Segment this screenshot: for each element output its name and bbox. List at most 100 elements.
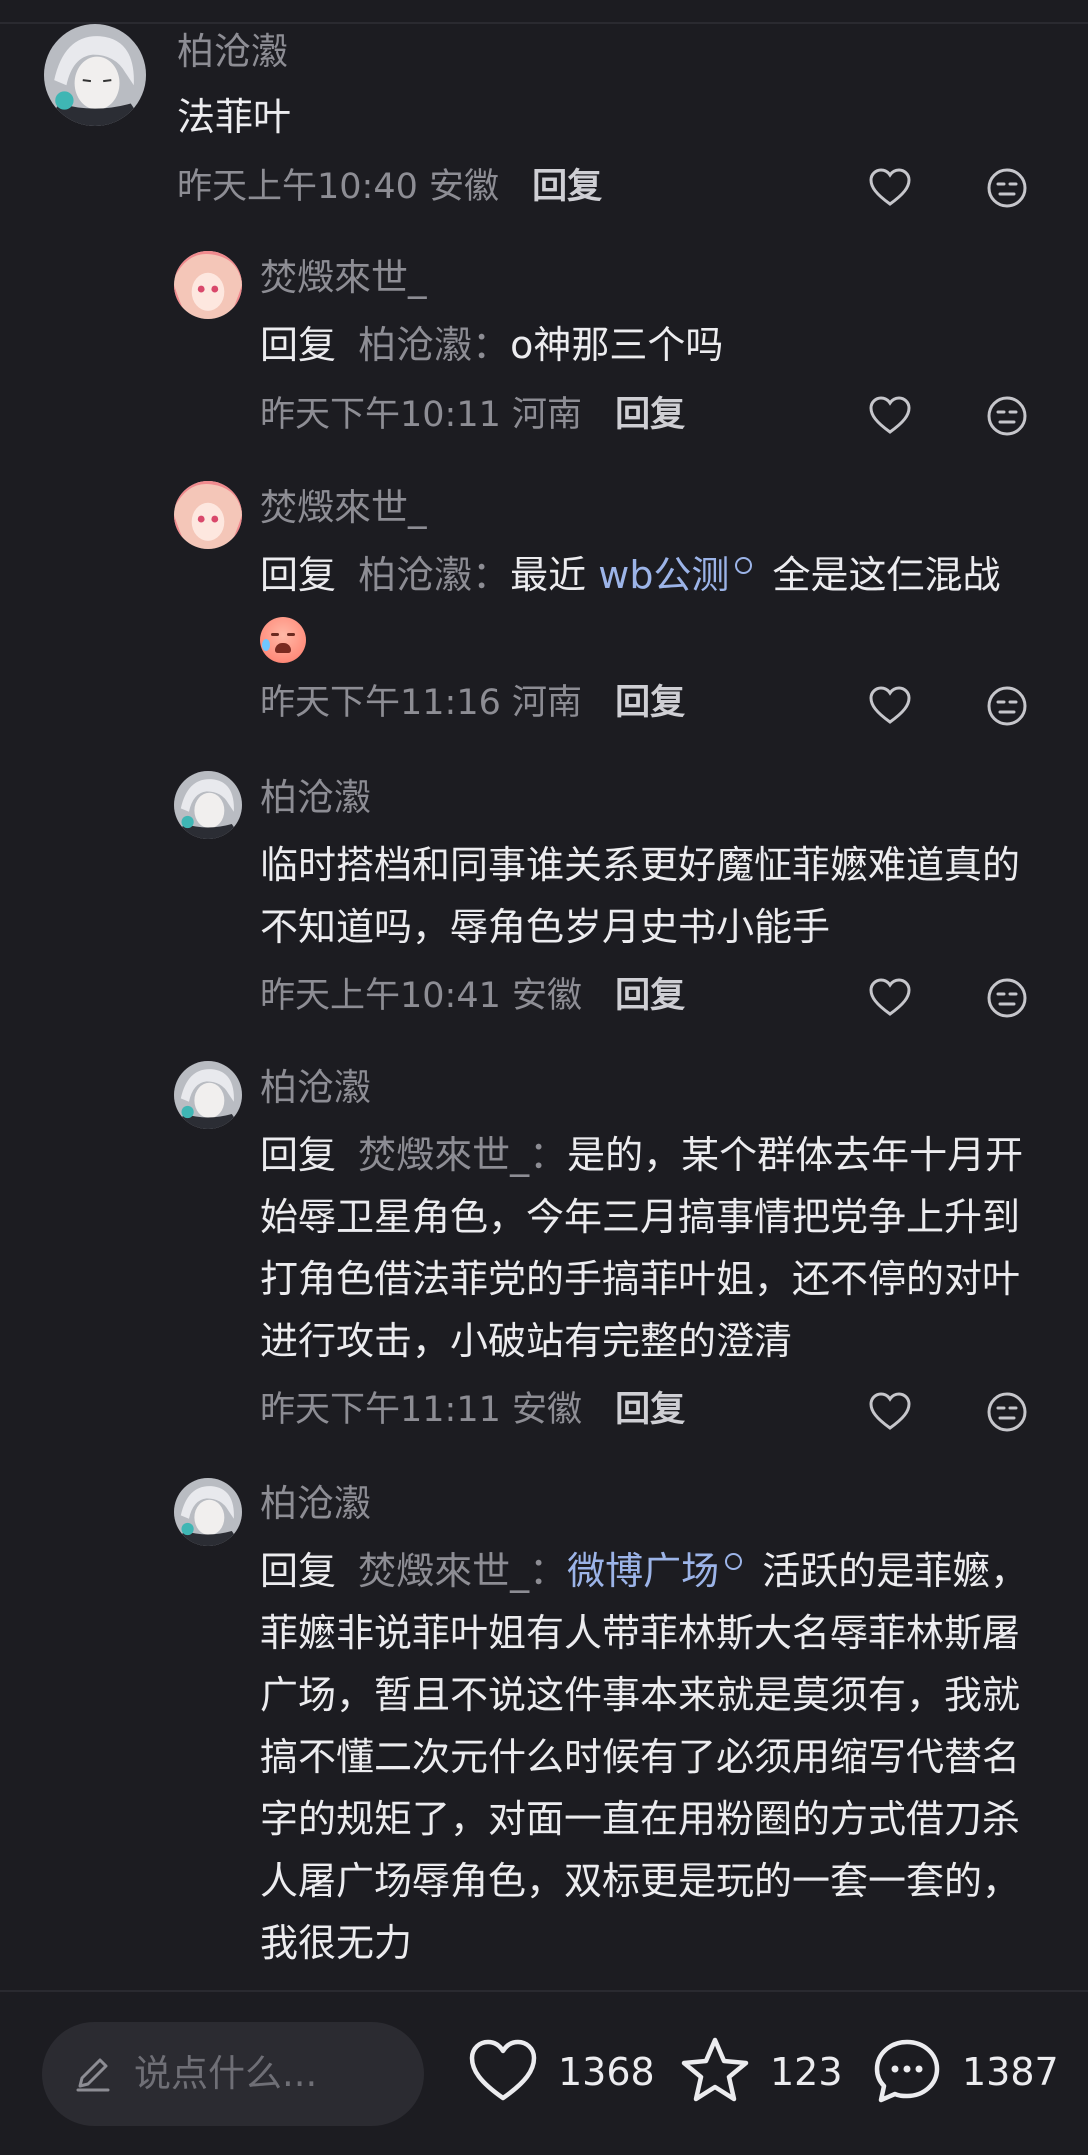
star-outline-icon xyxy=(681,2037,749,2102)
comment-location: 安徽 xyxy=(512,976,583,1016)
mention-username[interactable]: 焚燬來世_ xyxy=(358,1549,529,1593)
comment-username[interactable]: 柏沧瀫 xyxy=(260,774,371,822)
like-count: 1368 xyxy=(558,2050,655,2094)
comment-username[interactable]: 焚燬來世_ xyxy=(260,484,427,532)
comment-body-text: 最近 xyxy=(510,553,599,597)
avatar-gray-hair-image xyxy=(174,1478,242,1546)
comment-page: 柏沧瀫 法菲叶 昨天上午10:40 安徽 回复 焚燬來世_ 回复 柏沧瀫：o神那… xyxy=(0,0,1088,2155)
comment-text: 回复 焚燬來世_：是的，某个群体去年十月开始辱卫星角色，今年三月搞事情把党争上升… xyxy=(260,1124,1040,1372)
comment-body-text: 全是这仨混战 xyxy=(760,553,1001,597)
dislike-button[interactable] xyxy=(985,976,1029,1020)
meh-face-icon xyxy=(987,396,1027,436)
input-placeholder: 说点什么... xyxy=(134,2052,318,2095)
avatar-pink-hair-image xyxy=(174,481,242,549)
heart-outline-icon xyxy=(469,2039,537,2101)
favorite-count-button[interactable]: 123 xyxy=(678,2034,843,2114)
avatar[interactable] xyxy=(174,481,242,549)
bottom-action-bar: 说点什么... 1368 123 1387 xyxy=(0,1990,1088,2155)
meh-face-icon xyxy=(987,686,1027,726)
avatar[interactable] xyxy=(174,1061,242,1129)
avatar-gray-hair-image xyxy=(44,24,146,126)
crying-laughing-emoji-icon xyxy=(260,616,306,663)
pencil-icon xyxy=(76,2058,110,2092)
dislike-button[interactable] xyxy=(985,684,1029,728)
comment-meta: 昨天下午11:16 河南 回复 xyxy=(260,679,685,727)
top-divider xyxy=(0,22,1088,24)
reply-prefix: 回复 xyxy=(260,553,337,597)
avatar[interactable] xyxy=(174,1478,242,1546)
reply-button[interactable]: 回复 xyxy=(615,1390,685,1430)
heart-outline-icon xyxy=(869,396,911,434)
comment-time: 昨天上午10:40 xyxy=(177,167,418,207)
search-icon xyxy=(725,1553,743,1570)
comment-time: 昨天上午10:41 xyxy=(260,976,501,1016)
dislike-button[interactable] xyxy=(985,394,1029,438)
like-button[interactable] xyxy=(868,1390,912,1434)
comment-text: 回复 柏沧瀫：o神那三个吗 xyxy=(260,314,1040,376)
reply-button[interactable]: 回复 xyxy=(615,976,685,1016)
avatar[interactable] xyxy=(174,251,242,319)
comment-location: 安徽 xyxy=(512,1390,583,1430)
dislike-button[interactable] xyxy=(985,1390,1029,1434)
meh-face-icon xyxy=(987,1392,1027,1432)
reply-prefix: 回复 xyxy=(260,1133,337,1177)
reply-prefix: 回复 xyxy=(260,1549,337,1593)
mention-separator: ： xyxy=(472,323,511,367)
heart-outline-icon xyxy=(869,686,911,724)
mention-separator: ： xyxy=(529,1133,568,1177)
avatar[interactable] xyxy=(44,24,146,126)
topic-link[interactable]: 微博广场 xyxy=(567,1549,719,1593)
comment-meta: 昨天上午10:40 安徽 回复 xyxy=(177,163,602,211)
comment-body-text: o神那三个吗 xyxy=(510,323,724,367)
avatar-gray-hair-image xyxy=(174,1061,242,1129)
comment-meta: 昨天下午11:11 安徽 回复 xyxy=(260,1386,685,1434)
like-button[interactable] xyxy=(868,684,912,728)
comment-count: 1387 xyxy=(962,2050,1059,2094)
comment-meta: 昨天下午10:11 河南 回复 xyxy=(260,391,685,439)
comment-text: 法菲叶 xyxy=(177,95,292,139)
mention-username[interactable]: 焚燬來世_ xyxy=(358,1133,529,1177)
mention-username[interactable]: 柏沧瀫 xyxy=(358,553,472,597)
like-button[interactable] xyxy=(868,166,912,210)
comment-username[interactable]: 柏沧瀫 xyxy=(177,28,288,76)
avatar-pink-hair-image xyxy=(174,251,242,319)
comment-location: 河南 xyxy=(512,683,583,723)
mention-separator: ： xyxy=(472,553,511,597)
dislike-button[interactable] xyxy=(985,166,1029,210)
like-count-button[interactable]: 1368 xyxy=(466,2034,655,2114)
comment-time: 昨天下午10:11 xyxy=(260,395,501,435)
comment-text: 临时搭档和同事谁关系更好魔怔菲嬷难道真的不知道吗，辱角色岁月史书小能手 xyxy=(260,843,1021,949)
chat-bubble-icon xyxy=(874,2039,940,2103)
comment-location: 安徽 xyxy=(429,167,500,207)
comment-time: 昨天下午11:11 xyxy=(260,1390,501,1430)
meh-face-icon xyxy=(987,168,1027,208)
comment-location: 河南 xyxy=(512,395,583,435)
like-button[interactable] xyxy=(868,394,912,438)
comment-username[interactable]: 柏沧瀫 xyxy=(260,1480,371,1528)
avatar-gray-hair-image xyxy=(174,771,242,839)
comment-username[interactable]: 焚燬來世_ xyxy=(260,254,427,302)
comment-username[interactable]: 柏沧瀫 xyxy=(260,1064,371,1112)
comment-meta: 昨天上午10:41 安徽 回复 xyxy=(260,972,685,1020)
comment-time: 昨天下午11:16 xyxy=(260,683,501,723)
reply-prefix: 回复 xyxy=(260,323,337,367)
heart-outline-icon xyxy=(869,978,911,1016)
comment-text: 回复 柏沧瀫：最近 wb公测 全是这仨混战 xyxy=(260,544,1040,668)
reply-button[interactable]: 回复 xyxy=(615,395,685,435)
avatar[interactable] xyxy=(174,771,242,839)
topic-link[interactable]: wb公测 xyxy=(598,553,729,597)
mention-username[interactable]: 柏沧瀫 xyxy=(358,323,472,367)
search-icon xyxy=(735,557,753,574)
meh-face-icon xyxy=(987,978,1027,1018)
mention-separator: ： xyxy=(529,1549,568,1593)
reply-button[interactable]: 回复 xyxy=(615,683,685,723)
comment-body-text: 活跃的是菲嬷，菲嬷非说菲叶姐有人带菲林斯大名辱菲林斯屠广场，暂且不说这件事本来就… xyxy=(260,1549,1029,1965)
comment-input[interactable]: 说点什么... xyxy=(42,2022,424,2126)
heart-outline-icon xyxy=(869,1392,911,1430)
comment-count-button[interactable]: 1387 xyxy=(870,2034,1059,2114)
favorite-count: 123 xyxy=(770,2050,843,2094)
heart-outline-icon xyxy=(869,168,911,206)
reply-button[interactable]: 回复 xyxy=(532,167,602,207)
like-button[interactable] xyxy=(868,976,912,1020)
comment-text: 回复 焚燬來世_：微博广场 活跃的是菲嬷，菲嬷非说菲叶姐有人带菲林斯大名辱菲林斯… xyxy=(260,1540,1040,1974)
